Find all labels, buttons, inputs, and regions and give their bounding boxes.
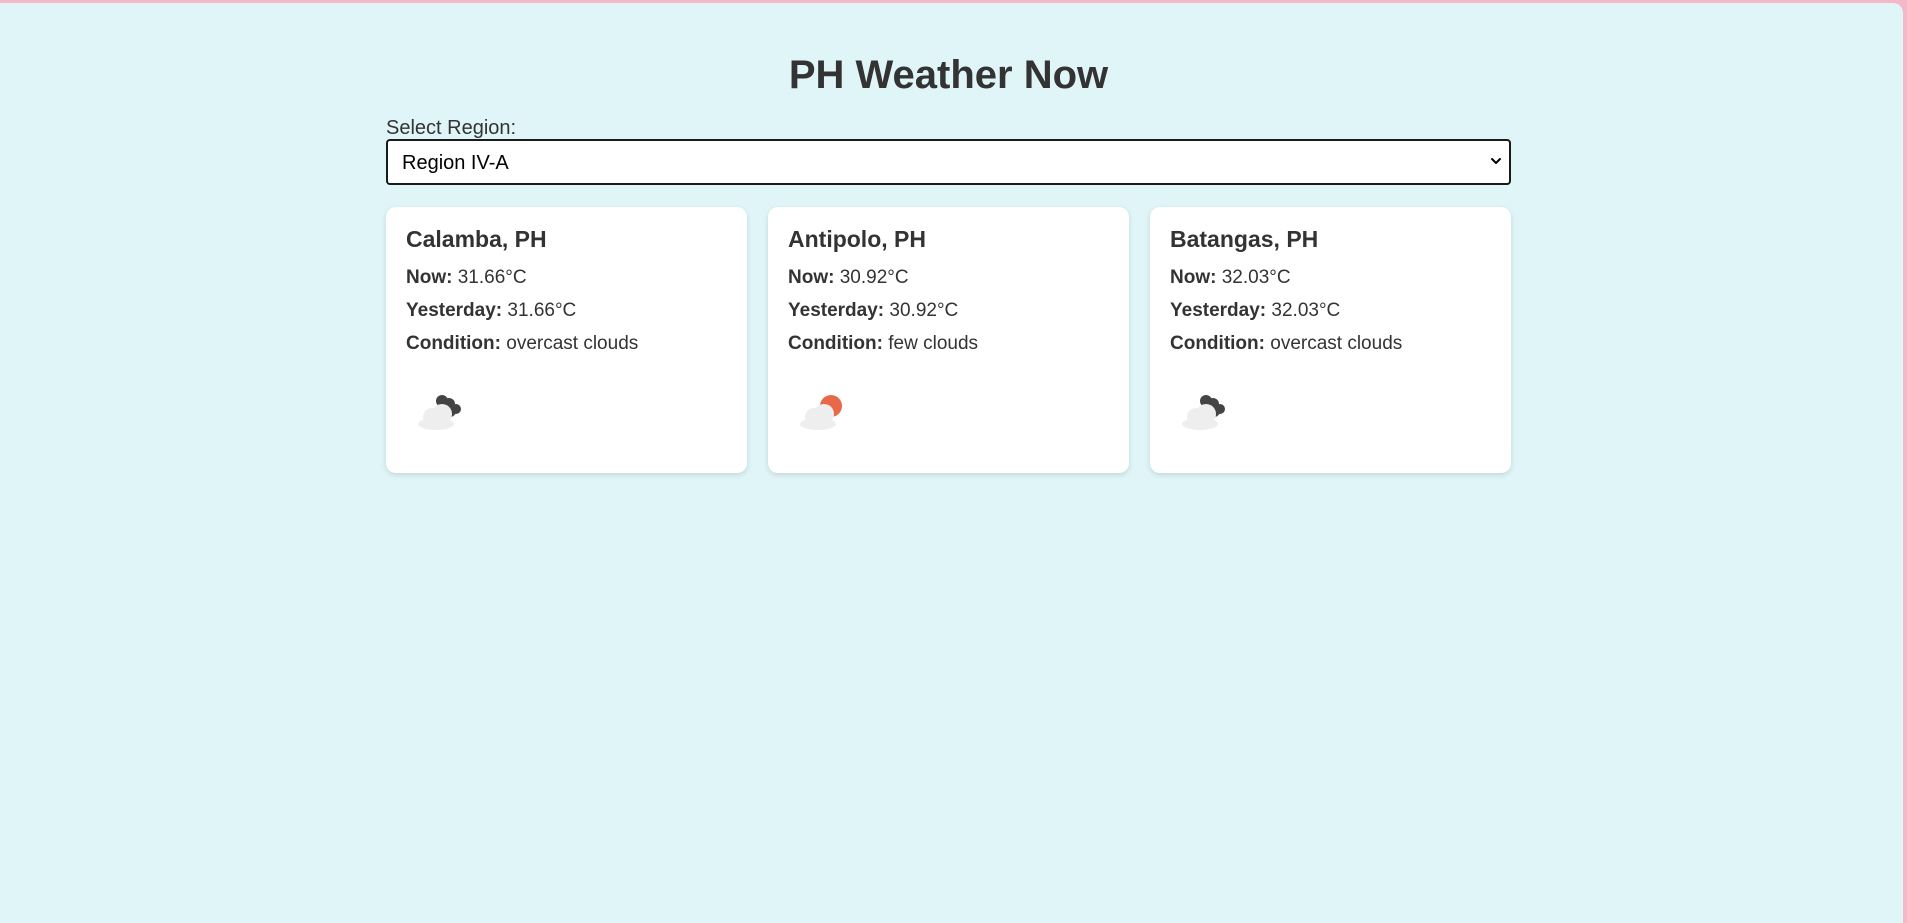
condition-label: Condition: xyxy=(788,333,883,354)
now-value: 32.03°C xyxy=(1221,267,1291,288)
now-label: Now: xyxy=(406,267,453,288)
condition-value: overcast clouds xyxy=(1270,333,1403,354)
now-label: Now: xyxy=(788,267,835,288)
condition-row: Condition: few clouds xyxy=(788,333,1109,355)
yesterday-label: Yesterday: xyxy=(788,300,885,321)
card-city: Calamba, PH xyxy=(406,226,547,252)
yesterday-value: 30.92°C xyxy=(889,300,959,321)
condition-row: Condition: overcast clouds xyxy=(406,333,727,355)
yesterday-row: Yesterday: 31.66°C xyxy=(406,300,727,322)
overcast-clouds-icon xyxy=(418,395,461,430)
app-page: PH Weather Now Select Region: Region IV-… xyxy=(0,3,1903,923)
weather-card: Antipolo, PH Now: 30.92°C Yesterday: 30.… xyxy=(768,207,1129,473)
weather-cards: Calamba, PH Now: 31.66°C Yesterday: 31.6… xyxy=(386,207,1511,473)
now-label: Now: xyxy=(1170,267,1217,288)
yesterday-row: Yesterday: 32.03°C xyxy=(1170,300,1491,322)
yesterday-value: 32.03°C xyxy=(1271,300,1341,321)
chevron-down-icon xyxy=(1491,158,1501,164)
weather-card: Calamba, PH Now: 31.66°C Yesterday: 31.6… xyxy=(386,207,747,473)
now-row: Now: 31.66°C xyxy=(406,267,727,289)
condition-row: Condition: overcast clouds xyxy=(1170,333,1491,355)
now-value: 30.92°C xyxy=(839,267,909,288)
page-title: PH Weather Now xyxy=(788,53,1109,97)
card-city: Antipolo, PH xyxy=(788,226,926,252)
yesterday-label: Yesterday: xyxy=(406,300,503,321)
weather-card: Batangas, PH Now: 32.03°C Yesterday: 32.… xyxy=(1150,207,1511,473)
few-clouds-icon xyxy=(800,395,842,430)
now-row: Now: 30.92°C xyxy=(788,267,1109,289)
yesterday-value: 31.66°C xyxy=(507,300,577,321)
now-value: 31.66°C xyxy=(457,267,527,288)
region-select-value: Region IV-A xyxy=(402,152,509,174)
region-select-label: Select Region: xyxy=(386,117,517,139)
card-city: Batangas, PH xyxy=(1170,226,1319,252)
overcast-clouds-icon xyxy=(1182,395,1225,430)
condition-value: few clouds xyxy=(888,333,979,354)
yesterday-label: Yesterday: xyxy=(1170,300,1267,321)
condition-label: Condition: xyxy=(406,333,501,354)
now-row: Now: 32.03°C xyxy=(1170,267,1491,289)
condition-value: overcast clouds xyxy=(506,333,639,354)
region-select[interactable]: Region IV-A xyxy=(386,139,1511,185)
yesterday-row: Yesterday: 30.92°C xyxy=(788,300,1109,322)
condition-label: Condition: xyxy=(1170,333,1265,354)
